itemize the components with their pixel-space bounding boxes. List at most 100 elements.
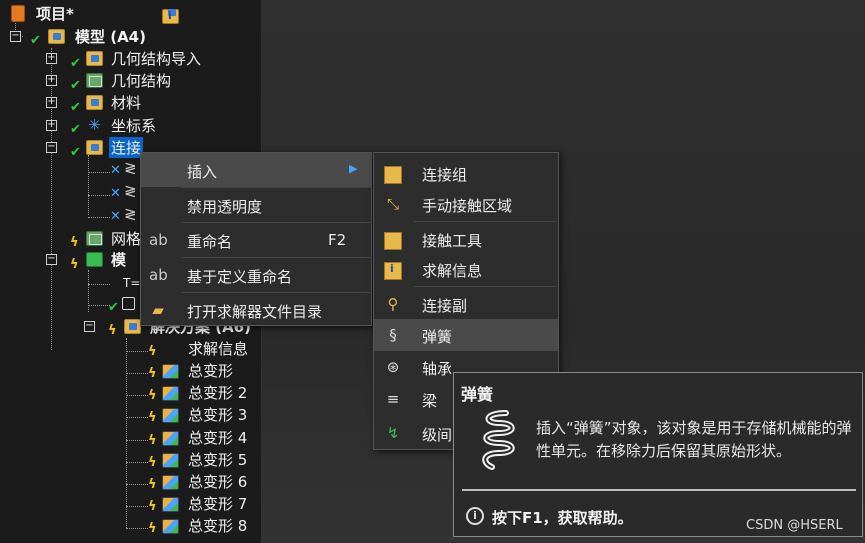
tree-item-geometry-import[interactable]: 几何结构导入 <box>111 48 201 69</box>
submenu-item-label: 接触工具 <box>422 232 483 250</box>
submenu-item-label: 连接组 <box>422 166 468 184</box>
tree-line <box>126 338 127 528</box>
lightning-icon: ϟ <box>148 477 157 492</box>
connections-icon <box>86 140 103 155</box>
check-icon: ✔ <box>70 100 81 115</box>
tooltip-title: 弹簧 <box>461 385 494 404</box>
submenu-item-solution-info[interactable]: 求解信息 <box>374 253 558 285</box>
solution-info-icon <box>162 9 179 24</box>
tree-item-mesh[interactable]: 网格 <box>111 228 141 249</box>
open-folder-icon: ▰ <box>152 301 164 319</box>
tree-item-deformation[interactable]: 总变形 6 <box>188 471 247 492</box>
bearing-icon: ⊛ <box>386 358 400 376</box>
tree-line <box>126 440 148 441</box>
check-icon: ✔ <box>70 145 81 160</box>
tree-line <box>88 155 89 215</box>
lightning-icon: ϟ <box>148 499 157 514</box>
tree-item-materials[interactable]: 材料 <box>111 92 141 113</box>
project-icon <box>11 5 25 22</box>
mesh-icon <box>86 231 103 246</box>
deformation-icon <box>162 386 179 401</box>
lightning-icon: ϟ <box>148 521 157 536</box>
tree-item-geometry[interactable]: 几何结构 <box>111 70 171 91</box>
submenu-item-manual-contact-region[interactable]: ⤡ 手动接触区域 <box>374 188 558 220</box>
collapse-icon[interactable]: − <box>84 321 95 332</box>
menu-item-insert[interactable]: 插入 ▶ <box>141 153 371 187</box>
spring-child-icon: ≷ <box>124 182 137 200</box>
expand-icon[interactable]: + <box>46 53 57 64</box>
tree-item-deformation[interactable]: 总变形 4 <box>188 427 247 448</box>
analysis-settings-icon <box>122 297 135 310</box>
tree-line <box>126 528 148 529</box>
tree-item-coordinate-systems[interactable]: 坐标系 <box>111 115 156 136</box>
collapse-icon[interactable]: − <box>10 31 21 42</box>
submenu-item-contact-tool[interactable]: 接触工具 <box>374 223 558 255</box>
check-icon: ✔ <box>70 78 81 93</box>
lightning-icon: ϟ <box>148 388 157 403</box>
submenu-item-label: 轴承 <box>422 360 453 378</box>
modal-analysis-icon <box>86 252 103 267</box>
expand-icon[interactable]: + <box>46 97 57 108</box>
menu-item-rename-by-definition[interactable]: ab 基于定义重命名 <box>141 258 371 292</box>
menu-item-label: 重命名 <box>187 233 233 251</box>
deformation-icon <box>162 519 179 534</box>
check-icon: ✔ <box>30 33 41 48</box>
beam-icon: ≡ <box>386 390 400 408</box>
collapse-icon[interactable]: − <box>46 142 57 153</box>
tree-line <box>126 373 148 374</box>
menu-separator <box>414 221 556 222</box>
spring-child-icon: ≷ <box>124 205 137 223</box>
project-root-label[interactable]: 项目* <box>36 3 74 24</box>
tree-line <box>88 172 110 173</box>
tree-item-deformation[interactable]: 总变形 5 <box>188 449 247 470</box>
submenu-item-spring[interactable]: § 弹簧 <box>374 319 558 351</box>
tree-line <box>88 305 110 306</box>
submenu-item-label: 梁 <box>422 392 438 410</box>
lightning-icon: ϟ <box>148 344 157 359</box>
watermark: CSDN @HSERL <box>746 518 843 533</box>
model-label[interactable]: 模型 (A4) <box>75 26 146 47</box>
submenu-item-joint[interactable]: ⚲ 连接副 <box>374 288 558 320</box>
tree-item-modal[interactable]: 模 <box>111 249 126 270</box>
tree-item-deformation[interactable]: 总变形 7 <box>188 493 247 514</box>
menu-item-open-solver-dir[interactable]: ▰ 打开求解器文件目录 <box>141 293 371 327</box>
tree-item-deformation[interactable]: 总变形 <box>188 360 233 381</box>
spring-child-icon: ≷ <box>124 159 137 177</box>
error-icon: ✕ <box>110 186 121 201</box>
submenu-item-connection-group[interactable]: 连接组 <box>374 157 558 189</box>
lightning-icon: ϟ <box>70 235 79 250</box>
model-folder-icon <box>48 29 65 44</box>
tree-item-deformation[interactable]: 总变形 8 <box>188 515 247 536</box>
collapse-icon[interactable]: − <box>46 254 57 265</box>
tree-line <box>126 506 148 507</box>
menu-item-rename[interactable]: ab 重命名 F2 <box>141 223 371 257</box>
tooltip-description: 插入“弹簧”对象，该对象是用于存储机械能的弹性单元。在移除力后保留其原始形状。 <box>536 419 852 460</box>
tree-item-deformation[interactable]: 总变形 2 <box>188 382 247 403</box>
contact-tool-icon <box>384 232 402 250</box>
tree-item-deformation[interactable]: 总变形 3 <box>188 404 247 425</box>
tooltip-separator <box>462 489 856 491</box>
tree-line <box>126 417 148 418</box>
tree-item-temperature[interactable]: T= <box>123 276 140 290</box>
tree-item-solution-info[interactable]: 求解信息 <box>188 338 248 359</box>
connection-group-icon <box>384 166 402 184</box>
expand-icon[interactable]: + <box>46 75 57 86</box>
joint-icon: ⚲ <box>387 295 399 313</box>
deformation-icon <box>162 453 179 468</box>
check-icon: ✔ <box>108 300 119 315</box>
check-icon: ✔ <box>70 56 81 71</box>
lightning-icon: ϟ <box>108 323 117 338</box>
tooltip-help: 按下F1，获取帮助。 <box>492 509 633 527</box>
menu-item-disable-transparency[interactable]: 禁用透明度 <box>141 188 371 222</box>
expand-icon[interactable]: + <box>46 120 57 131</box>
materials-icon <box>86 95 103 110</box>
tree-line <box>88 195 110 196</box>
geometry-import-icon <box>86 51 103 66</box>
tree-line <box>88 284 110 285</box>
error-icon: ✕ <box>110 209 121 224</box>
lightning-icon: ϟ <box>148 455 157 470</box>
tree-item-connections[interactable]: 连接 <box>109 137 144 158</box>
solution-info-icon <box>384 262 402 280</box>
spring-icon: § <box>389 326 397 344</box>
menu-item-label: 基于定义重命名 <box>187 268 293 286</box>
